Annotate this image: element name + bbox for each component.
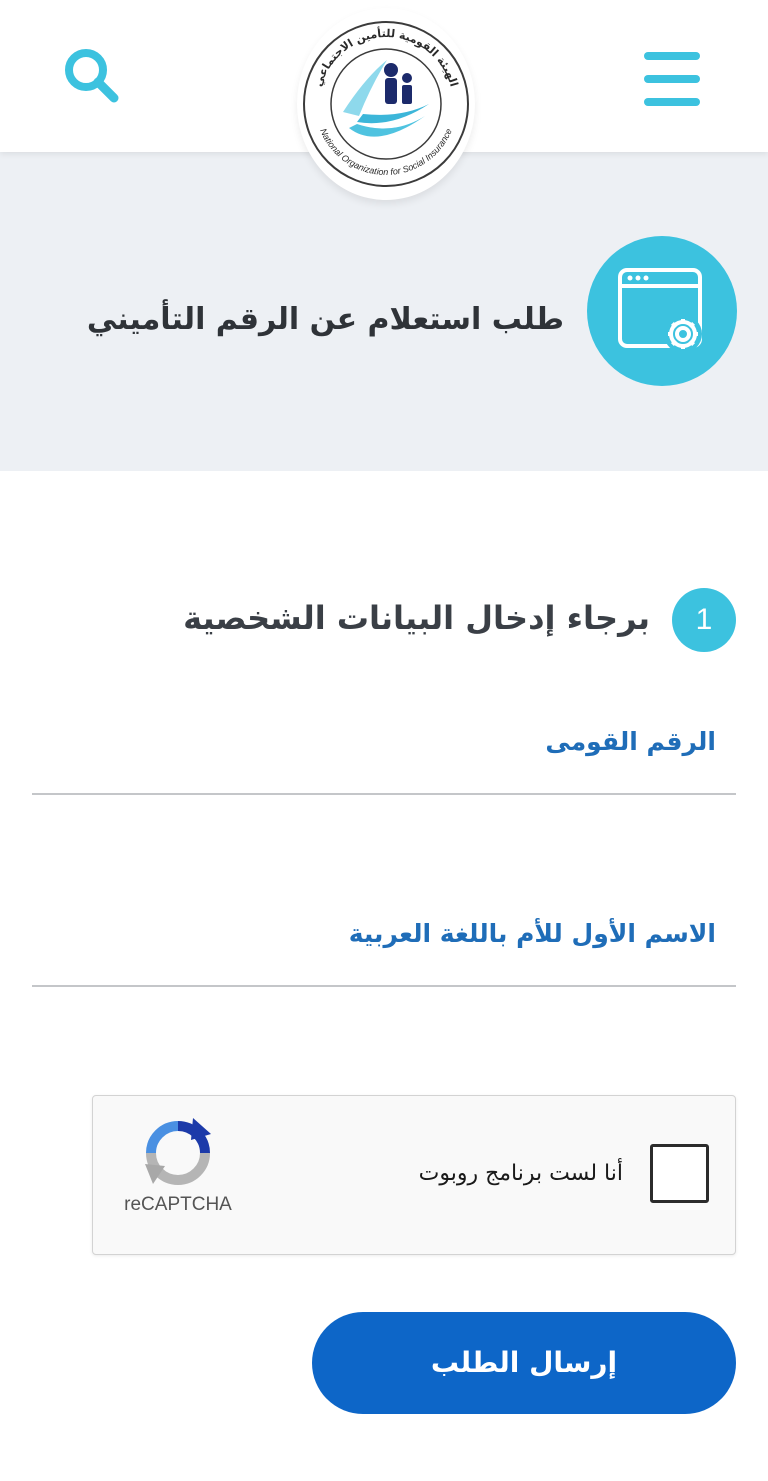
step-number-badge: 1 (672, 588, 736, 652)
menu-bar (644, 98, 700, 106)
mother-first-name-input[interactable] (32, 940, 736, 984)
menu-bar (644, 52, 700, 60)
search-button[interactable] (60, 44, 124, 108)
search-icon (65, 49, 119, 103)
national-id-underline (32, 793, 736, 795)
step-title: برجاء إدخال البيانات الشخصية (183, 599, 650, 637)
recaptcha-brand: reCAPTCHA (124, 1194, 232, 1215)
page-title: طلب استعلام عن الرقم التأميني (86, 302, 564, 337)
hamburger-menu-button[interactable] (642, 52, 702, 106)
menu-bar (644, 75, 700, 83)
organization-logo[interactable]: الهيئة القومية للتأمين الاجتماعي Nationa… (297, 8, 475, 200)
browser-settings-icon (618, 268, 702, 353)
recaptcha-checkbox[interactable] (650, 1144, 709, 1203)
recaptcha-widget: أنا لست برنامج روبوت reCAPTCHA (92, 1095, 736, 1255)
submit-request-button[interactable]: إرسال الطلب (312, 1312, 736, 1414)
nosi-logo-emblem: الهيئة القومية للتأمين الاجتماعي Nationa… (303, 21, 469, 187)
hero-icon-circle (587, 236, 737, 386)
mother-first-name-underline (32, 985, 736, 987)
recaptcha-label: أنا لست برنامج روبوت (418, 1161, 623, 1186)
recaptcha-logo-icon (145, 1118, 211, 1185)
national-id-input[interactable] (32, 748, 736, 792)
